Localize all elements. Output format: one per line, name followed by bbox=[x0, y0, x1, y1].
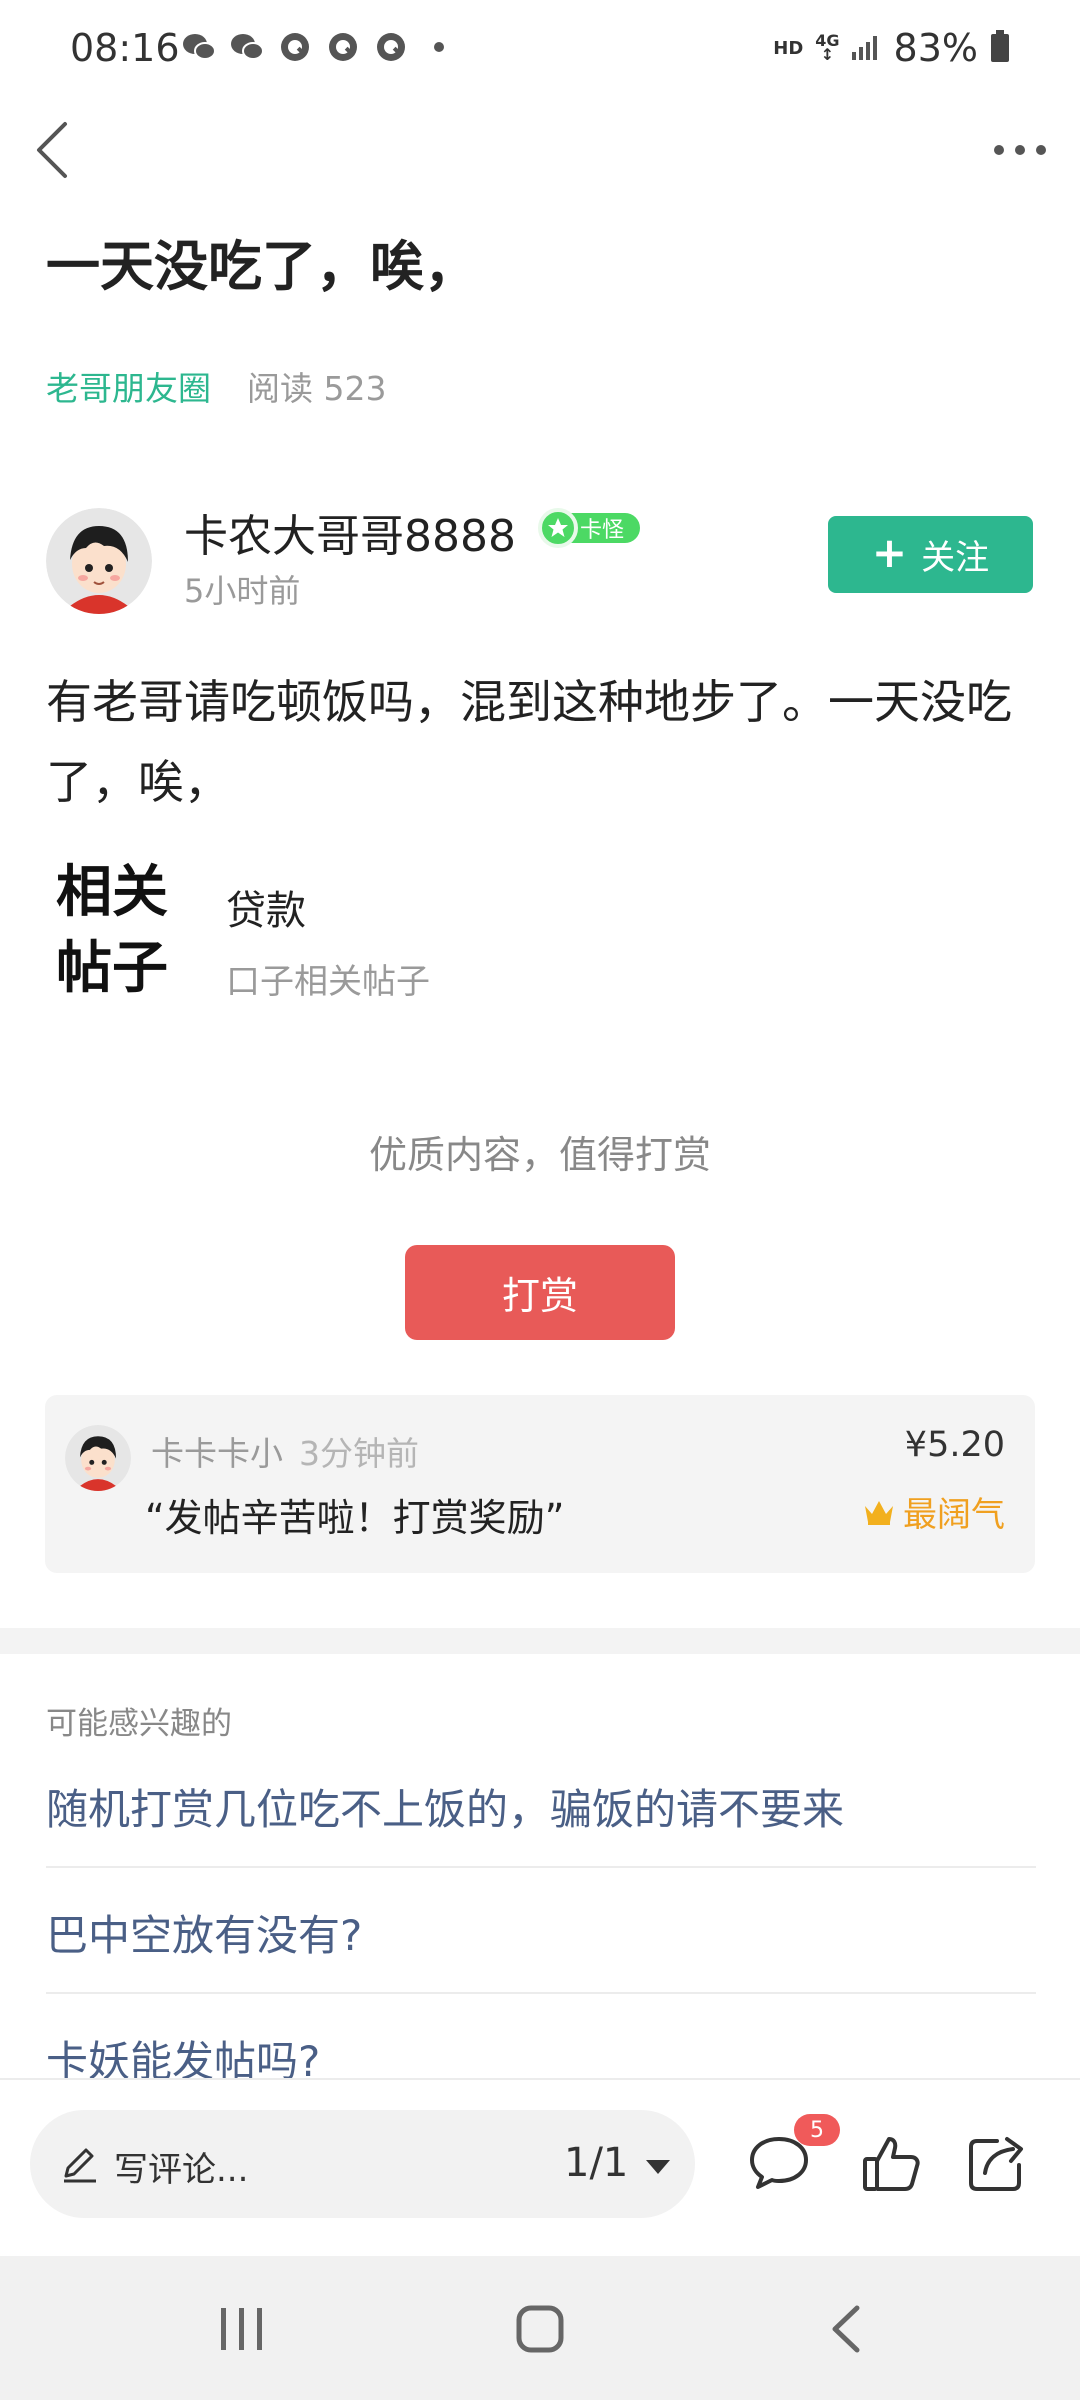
more-dots-icon bbox=[994, 145, 1046, 155]
battery-percent: 83% bbox=[893, 26, 978, 70]
home-icon bbox=[516, 2305, 564, 2353]
interest-header: 可能感兴趣的 bbox=[46, 1706, 232, 1742]
reward-amount: ¥5.20 bbox=[904, 1425, 1005, 1465]
dropdown-arrow-icon[interactable] bbox=[644, 2158, 672, 2176]
divider bbox=[46, 1866, 1036, 1868]
interest-item[interactable]: 巴中空放有没有? bbox=[46, 1902, 1036, 1963]
related-label: 相关 帖子 bbox=[56, 859, 168, 1001]
system-navigation-bar bbox=[0, 2256, 1080, 2400]
status-time: 08:16 bbox=[70, 26, 180, 70]
bottom-action-bar: 写评论... 1/1 5 bbox=[0, 2078, 1080, 2256]
notification-icons bbox=[182, 30, 456, 64]
author-time: 5小时前 bbox=[184, 572, 301, 610]
recent-apps-icon bbox=[221, 2308, 262, 2350]
related-topic: 贷款 bbox=[226, 888, 306, 934]
post-title: 一天没吃了，唉， bbox=[46, 235, 478, 298]
more-button[interactable] bbox=[980, 118, 1060, 182]
author-name[interactable]: 卡农大哥哥8888 bbox=[184, 500, 516, 564]
reward-time: 3分钟前 bbox=[299, 1434, 419, 1473]
back-chevron-icon bbox=[37, 122, 67, 178]
author-avatar[interactable] bbox=[46, 508, 152, 614]
read-count: 阅读 523 bbox=[247, 369, 387, 408]
related-posts[interactable]: 相关 帖子 贷款 口子相关帖子 bbox=[46, 854, 1036, 1004]
follow-label: 关注 bbox=[921, 538, 990, 578]
system-back-button[interactable] bbox=[806, 2296, 886, 2362]
wechat-icon bbox=[182, 30, 216, 64]
comment-placeholder: 写评论... bbox=[114, 2150, 249, 2190]
home-button[interactable] bbox=[500, 2296, 580, 2362]
crown-icon bbox=[865, 1500, 893, 1525]
top-reward-tag: 最阔气 bbox=[863, 1487, 1005, 1536]
back-button[interactable] bbox=[22, 118, 82, 182]
status-right: HD 4G ↕ 83% bbox=[773, 26, 1010, 70]
section-divider bbox=[0, 1628, 1080, 1654]
star-icon bbox=[538, 508, 578, 548]
rewarder-avatar[interactable] bbox=[65, 1425, 131, 1491]
comment-count-badge: 5 bbox=[794, 2114, 840, 2146]
badge-label: 卡怪 bbox=[568, 513, 641, 543]
thumbs-up-icon bbox=[863, 2137, 920, 2191]
post-meta: 老哥朋友圈 阅读 523 bbox=[46, 362, 386, 410]
rewarder-name[interactable]: 卡卡卡小 bbox=[151, 1427, 283, 1475]
page-indicator[interactable]: 1/1 bbox=[564, 2140, 628, 2186]
follow-button[interactable]: + 关注 bbox=[828, 516, 1033, 593]
hd-indicator: HD bbox=[773, 37, 804, 59]
wechat-icon bbox=[230, 30, 264, 64]
like-button[interactable] bbox=[856, 2128, 926, 2198]
more-dot-icon bbox=[422, 30, 456, 64]
q-app-icon bbox=[374, 30, 408, 64]
status-bar: 08:16 HD 4G ↕ 83% bbox=[0, 0, 1080, 100]
q-app-icon bbox=[278, 30, 312, 64]
divider bbox=[46, 1992, 1036, 1994]
post-body: 有老哥请吃顿饭吗，混到这种地步了。一天没吃了，唉， bbox=[46, 675, 1012, 809]
reward-button[interactable]: 打赏 bbox=[405, 1245, 675, 1340]
network-indicator: 4G ↕ bbox=[815, 31, 840, 64]
back-icon bbox=[832, 2305, 860, 2353]
signal-icon bbox=[851, 32, 882, 64]
comment-input[interactable]: 写评论... 1/1 bbox=[30, 2110, 695, 2218]
battery-icon bbox=[990, 30, 1010, 66]
top-nav bbox=[0, 100, 1080, 200]
q-app-icon bbox=[326, 30, 360, 64]
share-icon bbox=[969, 2137, 1023, 2191]
related-subtitle: 口子相关帖子 bbox=[226, 962, 430, 1002]
plus-icon: + bbox=[871, 527, 908, 577]
recent-apps-button[interactable] bbox=[202, 2296, 282, 2362]
pencil-icon bbox=[60, 2144, 100, 2184]
interest-item[interactable]: 随机打赏几位吃不上饭的，骗饭的请不要来 bbox=[46, 1776, 1036, 1837]
circle-link[interactable]: 老哥朋友圈 bbox=[46, 362, 211, 410]
reward-message: “发帖辛苦啦！打赏奖励” bbox=[145, 1496, 565, 1540]
share-button[interactable] bbox=[962, 2128, 1032, 2198]
reward-tip: 优质内容，值得打赏 bbox=[368, 1133, 711, 1177]
reward-record: 卡卡卡小 3分钟前 “发帖辛苦啦！打赏奖励” ¥5.20 最阔气 bbox=[45, 1395, 1035, 1573]
author-badge: 卡怪 bbox=[538, 508, 641, 548]
